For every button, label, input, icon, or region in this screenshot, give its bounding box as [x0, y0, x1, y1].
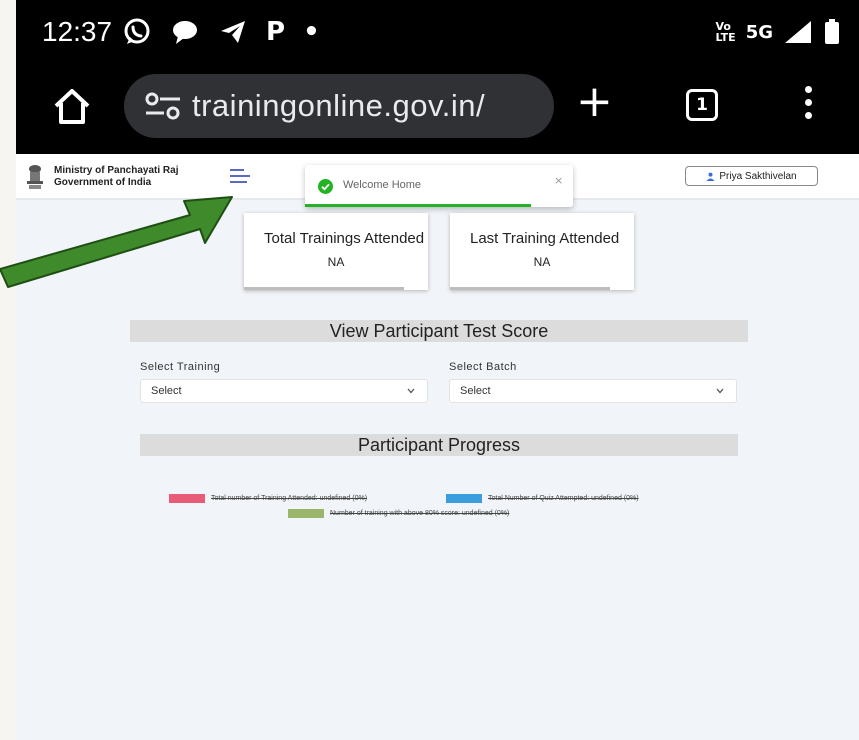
new-tab-plus-icon[interactable]: + — [576, 80, 613, 124]
annotation-arrow — [0, 196, 233, 288]
telegram-icon — [221, 21, 245, 43]
select-training-dropdown[interactable]: Select — [140, 379, 428, 403]
signal-icon — [785, 21, 811, 43]
hamburger-menu-icon[interactable] — [230, 169, 250, 185]
card-scrollbar[interactable] — [244, 287, 404, 290]
legend-item-score[interactable]: Number of training with above 80% score:… — [288, 509, 509, 518]
phone-screen: 12:37 P • Vo LTE 5G trainingonline.gov.i… — [16, 0, 859, 740]
participant-progress-title: Participant Progress — [140, 434, 738, 456]
network-type: 5G — [745, 21, 773, 43]
success-check-icon — [318, 179, 333, 194]
url-text[interactable]: trainingonline.gov.in/ — [192, 88, 485, 124]
test-score-title: View Participant Test Score — [130, 320, 748, 342]
p-app-icon: P — [266, 17, 286, 47]
stat-value: NA — [533, 255, 551, 269]
chevron-down-icon — [716, 388, 724, 394]
card-scrollbar[interactable] — [450, 287, 610, 290]
stat-value: NA — [327, 255, 345, 269]
select-batch-dropdown[interactable]: Select — [449, 379, 737, 403]
user-icon — [706, 172, 715, 181]
chat-icon — [173, 21, 197, 44]
battery-icon — [825, 19, 839, 44]
legend-text: Total Number of Quiz Attempted: undefine… — [488, 495, 639, 502]
more-notifications-dot: • — [303, 17, 320, 47]
legend-text: Number of training with above 80% score:… — [330, 510, 510, 517]
overflow-menu-icon[interactable] — [802, 86, 814, 126]
legend-swatch — [446, 494, 482, 503]
total-trainings-card: Total Trainings Attended NA — [244, 213, 428, 290]
system-icons: Vo LTE 5G — [715, 18, 841, 46]
user-profile-button[interactable]: Priya Sakthivelan — [685, 166, 818, 186]
legend-item-quiz[interactable]: Total Number of Quiz Attempted: undefine… — [446, 494, 639, 503]
url-bar[interactable]: trainingonline.gov.in/ — [124, 74, 554, 138]
user-name: Priya Sakthivelan — [719, 170, 797, 182]
stat-label: Last Training Attended — [470, 230, 620, 247]
select-batch-label: Select Batch — [449, 361, 517, 373]
legend-swatch — [288, 509, 324, 518]
welcome-toast: Welcome Home × — [305, 165, 573, 207]
browser-toolbar: trainingonline.gov.in/ + 1 — [16, 66, 859, 154]
toast-progress-bar — [305, 204, 531, 207]
status-time: 12:37 — [42, 16, 113, 47]
toast-message: Welcome Home — [343, 179, 422, 191]
whatsapp-icon — [124, 18, 150, 44]
toast-close-icon[interactable]: × — [554, 174, 563, 187]
home-icon[interactable] — [50, 84, 94, 128]
legend-text: Total number of Training Attended: undef… — [211, 495, 368, 502]
page-margin — [0, 0, 16, 740]
notification-icons: P • — [122, 14, 320, 50]
chevron-down-icon — [407, 388, 415, 394]
last-training-card: Last Training Attended NA — [450, 213, 634, 290]
stat-label: Total Trainings Attended — [264, 230, 425, 247]
legend-swatch — [169, 494, 205, 503]
site-settings-icon[interactable] — [144, 91, 182, 121]
select-training-label: Select Training — [140, 361, 221, 373]
legend-item-trainings[interactable]: Total number of Training Attended: undef… — [169, 494, 367, 503]
tab-switcher-button[interactable]: 1 — [686, 89, 718, 121]
status-bar: 12:37 P • Vo LTE 5G — [16, 0, 859, 66]
volte-indicator: Vo LTE — [715, 20, 736, 44]
